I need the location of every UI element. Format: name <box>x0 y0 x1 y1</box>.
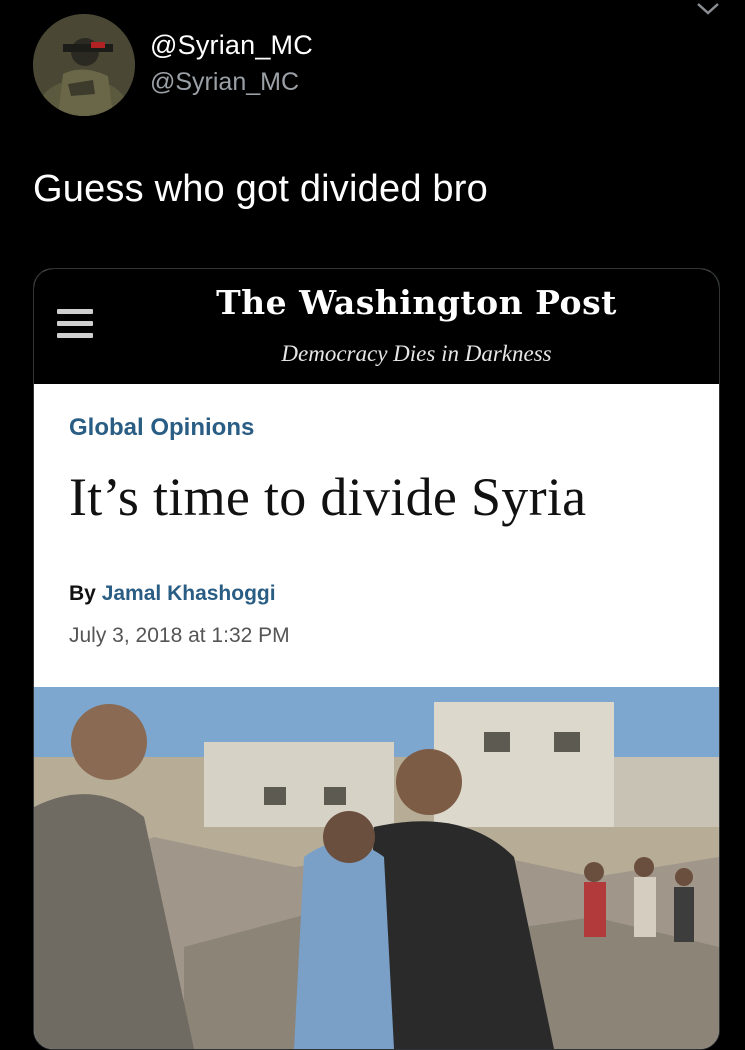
publication-tagline: Democracy Dies in Darkness <box>281 341 552 366</box>
article-timestamp: July 3, 2018 at 1:32 PM <box>69 624 290 647</box>
article-byline: By Jamal Khashoggi <box>69 582 276 606</box>
article-header: The Washington Post Democracy Dies in Da… <box>34 269 719 384</box>
profile-avatar[interactable] <box>33 14 135 116</box>
section-label[interactable]: Global Opinions <box>69 414 254 442</box>
publication-logo: The Washington Post <box>216 283 617 322</box>
byline-prefix: By <box>69 582 96 605</box>
author-name[interactable]: Jamal Khashoggi <box>102 582 276 605</box>
article-body: Global Opinions It’s time to divide Syri… <box>34 384 719 689</box>
article-card[interactable]: The Washington Post Democracy Dies in Da… <box>33 268 720 1050</box>
article-photo[interactable] <box>34 687 719 1049</box>
photo-rubble-rescue-icon <box>34 687 719 1049</box>
user-handle[interactable]: @Syrian_MC <box>150 68 299 97</box>
article-headline[interactable]: It’s time to divide Syria <box>69 466 586 528</box>
chevron-down-icon[interactable] <box>693 0 723 20</box>
soldier-avatar-icon <box>33 14 135 116</box>
display-name[interactable]: @Syrian_MC <box>150 30 313 61</box>
tweet-text: Guess who got divided bro <box>33 168 488 210</box>
